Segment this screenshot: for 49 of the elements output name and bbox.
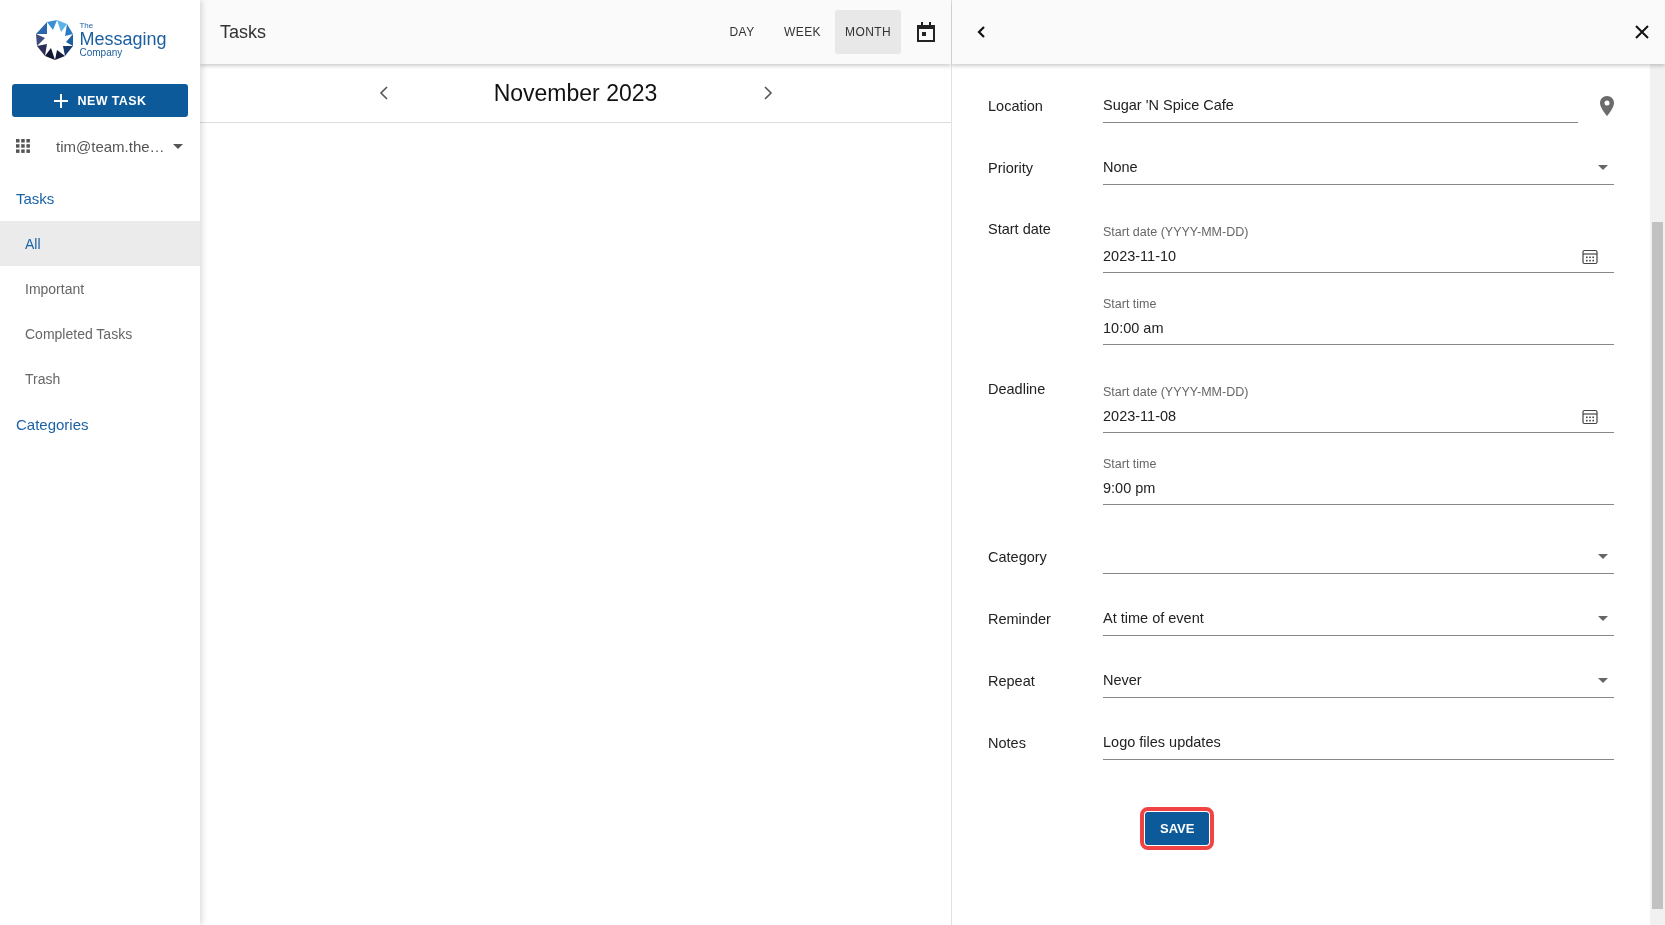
chevron-right-icon[interactable] [762, 86, 773, 100]
date-field[interactable]: Start date (YYYY-MM-DD) 2023-11-10 [1103, 217, 1614, 273]
field-label: Priority [988, 160, 1035, 178]
calendar-icon [1582, 249, 1598, 265]
dropdown-caret-icon [1598, 615, 1608, 621]
dropdown-caret-icon[interactable] [172, 143, 183, 149]
field-label: Deadline [988, 380, 1047, 397]
back-icon[interactable] [976, 25, 986, 39]
select-field[interactable]: At time of event [1103, 601, 1614, 636]
dropdown-caret-icon [1598, 677, 1608, 683]
nav-item[interactable]: All [0, 221, 200, 266]
month-title: November 2023 [492, 79, 659, 107]
time-field[interactable]: Start time 10:00 am [1103, 289, 1614, 345]
field-label: Reminder [988, 611, 1052, 629]
dropdown-caret-icon [1598, 553, 1608, 559]
input-field[interactable]: Logo files updates [1103, 725, 1614, 760]
select-field[interactable]: Never [1103, 663, 1614, 698]
logo-text: Messaging [79, 30, 167, 48]
page-title: Tasks [220, 21, 267, 43]
location-pin-icon[interactable] [1600, 95, 1614, 116]
field-label: Location [988, 98, 1044, 116]
time-field[interactable]: Start time 9:00 pm [1103, 449, 1614, 505]
dropdown-caret-icon [1598, 164, 1608, 170]
close-icon[interactable] [1635, 25, 1649, 39]
field-label: Start date [988, 220, 1052, 237]
calendar-icon[interactable] [917, 22, 935, 42]
view-tab[interactable]: DAY [714, 10, 771, 54]
logo-text: The [79, 22, 95, 30]
plus-icon [53, 93, 68, 108]
input-field[interactable]: Sugar 'N Spice Cafe [1103, 88, 1578, 123]
section-title[interactable]: Tasks [0, 175, 200, 221]
calendar-icon [1582, 409, 1598, 425]
section-title[interactable]: Categories [0, 401, 200, 447]
view-tab[interactable]: WEEK [774, 10, 831, 54]
nav-item[interactable]: Important [0, 266, 200, 311]
select-field[interactable]: None [1103, 150, 1614, 185]
view-tab[interactable]: MONTH [835, 10, 901, 54]
logo-text: Company [79, 48, 123, 58]
field-label: Repeat [988, 673, 1036, 691]
field-label: Notes [988, 735, 1027, 753]
nav-item[interactable]: Trash [0, 356, 200, 401]
date-field[interactable]: Start date (YYYY-MM-DD) 2023-11-08 [1103, 377, 1614, 433]
account-email[interactable]: tim@team.the… [56, 137, 165, 155]
apps-grid-icon[interactable] [16, 139, 30, 153]
chevron-left-icon[interactable] [378, 86, 389, 100]
nav-item[interactable]: Completed Tasks [0, 311, 200, 356]
new-task-button[interactable]: NEW TASK [12, 84, 188, 117]
field-label: Category [988, 549, 1048, 567]
scrollbar[interactable] [1650, 64, 1665, 925]
